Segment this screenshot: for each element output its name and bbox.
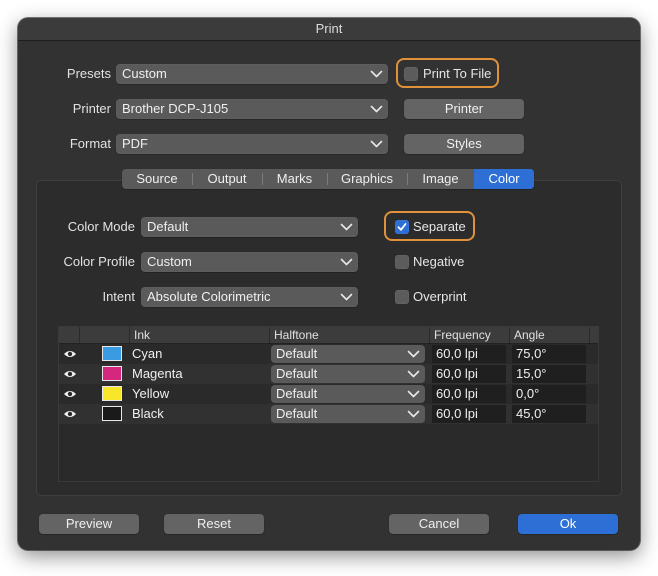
intent-label: Intent <box>102 289 135 304</box>
halftone-select[interactable]: Default <box>271 365 425 383</box>
visibility-column-header <box>59 327 79 343</box>
presets-select[interactable]: Custom <box>116 64 388 84</box>
overprint-checkbox[interactable] <box>395 290 409 304</box>
color-mode-select[interactable]: Default <box>141 217 358 237</box>
preview-button[interactable]: Preview <box>39 514 139 534</box>
intent-value: Absolute Colorimetric <box>147 289 271 304</box>
ink-swatch[interactable] <box>102 366 122 381</box>
eye-icon[interactable] <box>63 369 77 379</box>
printer-select[interactable]: Brother DCP-J105 <box>116 99 388 119</box>
color-profile-select[interactable]: Custom <box>141 252 358 272</box>
chevron-down-icon <box>407 390 420 398</box>
presets-label: Presets <box>66 66 111 81</box>
halftone-value: Default <box>276 406 318 421</box>
halftone-column-header[interactable]: Halftone <box>269 327 429 343</box>
separate-label: Separate <box>413 219 466 234</box>
print-to-file-label: Print To File <box>423 66 492 81</box>
reset-button[interactable]: Reset <box>164 514 264 534</box>
window-title: Print <box>18 18 640 41</box>
ok-button[interactable]: Ok <box>518 514 618 534</box>
eye-icon[interactable] <box>63 409 77 419</box>
color-mode-label: Color Mode <box>67 219 135 234</box>
tab-bar: Source Output Marks Graphics Image Color <box>122 169 534 189</box>
overprint-label: Overprint <box>413 289 467 304</box>
printer-value: Brother DCP-J105 <box>122 101 229 116</box>
tab-output[interactable]: Output <box>192 169 262 189</box>
color-mode-value: Default <box>147 219 189 234</box>
chevron-down-icon <box>370 140 383 148</box>
print-to-file-checkbox[interactable] <box>404 67 418 81</box>
presets-value: Custom <box>122 66 167 81</box>
swatch-column-header <box>79 327 129 343</box>
chevron-down-icon <box>407 350 420 358</box>
frequency-field[interactable]: 60,0 lpi <box>432 385 506 403</box>
ink-name: Black <box>132 406 164 421</box>
ink-name: Yellow <box>132 386 170 401</box>
frequency-field[interactable]: 60,0 lpi <box>432 365 506 383</box>
chevron-down-icon <box>370 105 383 113</box>
chevron-down-icon <box>340 223 353 231</box>
tab-source[interactable]: Source <box>122 169 192 189</box>
color-profile-value: Custom <box>147 254 192 269</box>
frequency-column-header[interactable]: Frequency <box>429 327 509 343</box>
halftone-select[interactable]: Default <box>271 345 425 363</box>
negative-checkbox[interactable] <box>395 255 409 269</box>
eye-icon[interactable] <box>63 349 77 359</box>
halftone-select[interactable]: Default <box>271 385 425 403</box>
angle-field[interactable]: 15,0° <box>512 365 586 383</box>
spare-column-header <box>589 327 598 343</box>
negative-label: Negative <box>413 254 465 269</box>
styles-button[interactable]: Styles <box>404 134 524 154</box>
halftone-value: Default <box>276 346 318 361</box>
table-row[interactable]: Black Default 60,0 lpi 45,0° <box>59 404 598 424</box>
angle-field[interactable]: 0,0° <box>512 385 586 403</box>
chevron-down-icon <box>340 293 353 301</box>
ink-column-header[interactable]: Ink <box>129 327 269 343</box>
angle-field[interactable]: 75,0° <box>512 345 586 363</box>
angle-field[interactable]: 45,0° <box>512 405 586 423</box>
tab-graphics[interactable]: Graphics <box>327 169 407 189</box>
ink-name: Cyan <box>132 346 163 361</box>
frequency-field[interactable]: 60,0 lpi <box>432 405 506 423</box>
angle-column-header[interactable]: Angle <box>509 327 589 343</box>
color-profile-label: Color Profile <box>63 254 135 269</box>
ink-swatch[interactable] <box>102 406 122 421</box>
printer-button[interactable]: Printer <box>404 99 524 119</box>
chevron-down-icon <box>370 70 383 78</box>
table-row[interactable]: Cyan Default 60,0 lpi 75,0° <box>59 344 598 364</box>
tab-image[interactable]: Image <box>407 169 474 189</box>
ink-swatch[interactable] <box>102 346 122 361</box>
format-value: PDF <box>122 136 148 151</box>
tab-color[interactable]: Color <box>474 169 534 189</box>
ink-table: Ink Halftone Frequency Angle Cyan Defaul… <box>58 326 599 482</box>
format-select[interactable]: PDF <box>116 134 388 154</box>
chevron-down-icon <box>407 370 420 378</box>
chevron-down-icon <box>407 410 420 418</box>
separate-checkbox[interactable] <box>395 220 409 234</box>
halftone-select[interactable]: Default <box>271 405 425 423</box>
print-dialog: Print Presets Custom Print To File Print… <box>18 18 640 550</box>
frequency-field[interactable]: 60,0 lpi <box>432 345 506 363</box>
ink-name: Magenta <box>132 366 183 381</box>
table-row[interactable]: Magenta Default 60,0 lpi 15,0° <box>59 364 598 384</box>
ink-table-header: Ink Halftone Frequency Angle <box>59 327 598 344</box>
checkmark-icon <box>397 223 407 231</box>
format-label: Format <box>69 136 111 151</box>
chevron-down-icon <box>340 258 353 266</box>
halftone-value: Default <box>276 386 318 401</box>
eye-icon[interactable] <box>63 389 77 399</box>
halftone-value: Default <box>276 366 318 381</box>
printer-label: Printer <box>72 101 111 116</box>
ink-swatch[interactable] <box>102 386 122 401</box>
tab-marks[interactable]: Marks <box>262 169 327 189</box>
table-row[interactable]: Yellow Default 60,0 lpi 0,0° <box>59 384 598 404</box>
cancel-button[interactable]: Cancel <box>389 514 489 534</box>
intent-select[interactable]: Absolute Colorimetric <box>141 287 358 307</box>
